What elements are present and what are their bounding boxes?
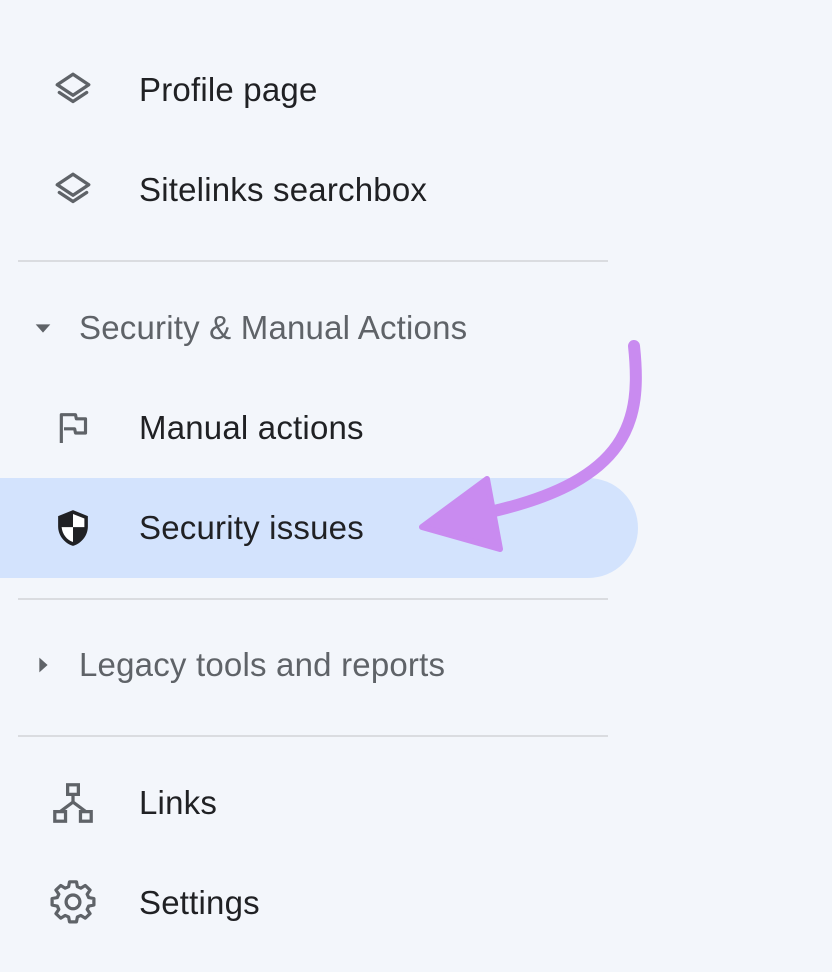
section-legacy-tools[interactable]: Legacy tools and reports (0, 625, 608, 705)
sidebar-item-label: Manual actions (139, 409, 364, 446)
sidebar-item-sitelinks-searchbox[interactable]: Sitelinks searchbox (0, 140, 638, 240)
divider (18, 735, 608, 737)
flag-icon (50, 405, 96, 451)
section-label: Legacy tools and reports (79, 646, 446, 683)
sidebar-item-label: Settings (139, 884, 260, 921)
layers-icon (50, 167, 96, 213)
sidebar-nav: Profile page Sitelinks searchbox Securit… (0, 0, 832, 972)
divider (18, 598, 608, 600)
caret-right-icon (30, 652, 56, 678)
sidebar-item-links[interactable]: Links (0, 753, 638, 853)
sidebar-item-manual-actions[interactable]: Manual actions (0, 378, 638, 478)
gear-icon (50, 880, 96, 926)
caret-down-icon (30, 315, 56, 341)
section-security-manual-actions[interactable]: Security & Manual Actions (0, 288, 608, 368)
sidebar-item-label: Links (139, 784, 218, 821)
shield-icon (50, 505, 96, 551)
sidebar-item-profile-page[interactable]: Profile page (0, 40, 638, 140)
sidebar-item-security-issues[interactable]: Security issues (0, 478, 638, 578)
layers-icon (50, 67, 96, 113)
sidebar-item-label: Profile page (139, 71, 318, 108)
divider (18, 260, 608, 262)
links-icon (50, 780, 96, 826)
sidebar-item-settings[interactable]: Settings (0, 853, 638, 953)
section-label: Security & Manual Actions (79, 309, 468, 346)
sidebar-item-label: Sitelinks searchbox (139, 171, 428, 208)
sidebar-item-label: Security issues (139, 509, 364, 546)
